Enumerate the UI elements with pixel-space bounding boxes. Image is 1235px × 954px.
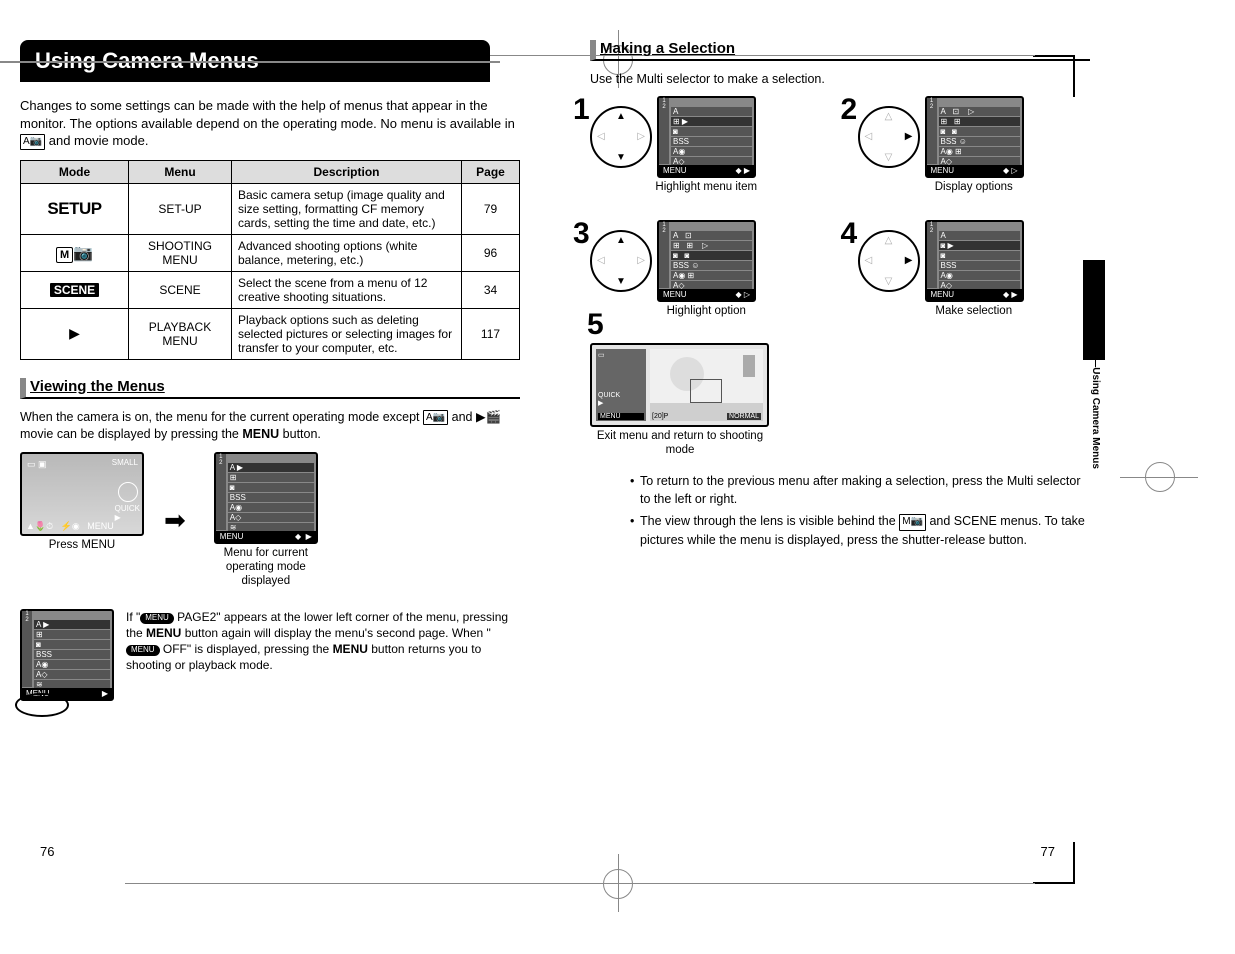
multi-selector-icon: ▲▼◁▷ [590, 230, 652, 292]
figure-menu-displayed: 12 A ▶⊞◙BSSA◉A◇≋ MENU◆ ▶ Menu for curren… [206, 452, 326, 588]
step-number: 3 [573, 217, 590, 251]
step-4: 4 △▽◁▶ 12 A◙ ▶◙BSSA◉A◇≋ MENU◆ ▶ Make sel… [858, 220, 1091, 319]
table-row: M📷 SHOOTING MENU Advanced shooting optio… [21, 234, 520, 271]
table-row: ▶ PLAYBACK MENU Playback options such as… [21, 308, 520, 359]
page-number-right: 77 [1041, 844, 1055, 859]
registration-mark-bot [603, 869, 633, 899]
auto-mode-icon: A📷 [423, 410, 448, 426]
scene-mode-icon: SCENE [50, 283, 99, 297]
multi-selector-icon: ▲▼◁▷ [590, 106, 652, 168]
lcd-mock-page2: 12 A ▶⊞◙BSSA◉A◇≋ MENU▶ [20, 609, 114, 701]
table-row: SETUP SET-UP Basic camera setup (image q… [21, 183, 520, 234]
page-number-left: 76 [40, 844, 54, 859]
lcd-mock-exit: ▭ QUICK▶ MENU NORMAL [20]P [590, 343, 769, 427]
playback-icon: ▶ [69, 325, 80, 341]
selection-sub: Use the Multi selector to make a selecti… [590, 71, 1090, 88]
step-5: 5 ▭ QUICK▶ MENU NORMAL [20]P [590, 343, 770, 458]
menu-badge-icon: MENU [140, 613, 174, 624]
section-heading-selection: Making a Selection [590, 40, 1090, 61]
step-1: 1 ▲▼◁▷ 12 A⊞ ▶◙BSSA◉A◇≋ MENU◆ ▶ Highligh… [590, 96, 823, 195]
note-item: To return to the previous menu after mak… [630, 472, 1090, 508]
figure-press-menu: ▭ ▣ SMALL QUICK▶ ▲🌷⏱ ⚡◉ MENU Press MENU [20, 452, 144, 553]
viewing-text: When the camera is on, the menu for the … [20, 409, 520, 443]
multi-selector-icon: △▽◁▶ [858, 106, 920, 168]
crop-line-bot [125, 883, 1035, 884]
intro-text: Changes to some settings can be made wit… [20, 97, 520, 150]
step-number: 2 [841, 93, 858, 127]
step-number: 5 [587, 308, 604, 342]
step-3: 3 ▲▼◁▷ 12 A ⊡⊞ ⊞ ▷◙ ◙BSS ☺A◉ ⊞A◇≋ MENU◆ … [590, 220, 823, 319]
step-number: 1 [573, 93, 590, 127]
camera-icon: 📷 [73, 245, 93, 262]
step-number: 4 [841, 217, 858, 251]
movie-icon: ▶🎬 [476, 410, 501, 424]
menu-badge-icon: MENU [126, 645, 160, 656]
multi-selector-icon: △▽◁▶ [858, 230, 920, 292]
mode-table: Mode Menu Description Page SETUP SET-UP … [20, 160, 520, 360]
page2-text: If "MENU PAGE2" appears at the lower lef… [126, 609, 520, 725]
m-mode-icon: M📷 [899, 514, 926, 531]
page-right: Making a Selection Use the Multi selecto… [590, 40, 1090, 725]
arrow-icon: ➡ [164, 505, 186, 536]
note-item: The view through the lens is visible beh… [630, 512, 1090, 549]
notes-list: To return to the previous menu after mak… [590, 472, 1090, 549]
th-page: Page [462, 160, 520, 183]
th-mode: Mode [21, 160, 129, 183]
lcd-mock-menu: 12 A ▶⊞◙BSSA◉A◇≋ MENU◆ ▶ [214, 452, 318, 544]
side-index-text: Menu Guide—Using Camera Menus [1090, 300, 1101, 469]
lcd-mock-icons: ▭ ▣ SMALL QUICK▶ ▲🌷⏱ ⚡◉ MENU [20, 452, 144, 536]
m-mode-icon: M [56, 247, 73, 263]
auto-mode-icon: A📷 [20, 134, 45, 150]
page-title: Using Camera Menus [20, 40, 490, 82]
page-left: Using Camera Menus Changes to some setti… [20, 40, 520, 725]
step-2: 2 △▽◁▶ 12 A ⊡ ▷⊞ ⊞◙ ◙BSS ☺A◉ ⊞A◇≋ MENU◆ … [858, 96, 1091, 195]
th-menu: Menu [129, 160, 232, 183]
table-row: SCENE SCENE Select the scene from a menu… [21, 271, 520, 308]
registration-mark-right [1145, 462, 1175, 492]
th-desc: Description [232, 160, 462, 183]
section-heading-viewing: Viewing the Menus [20, 378, 520, 399]
